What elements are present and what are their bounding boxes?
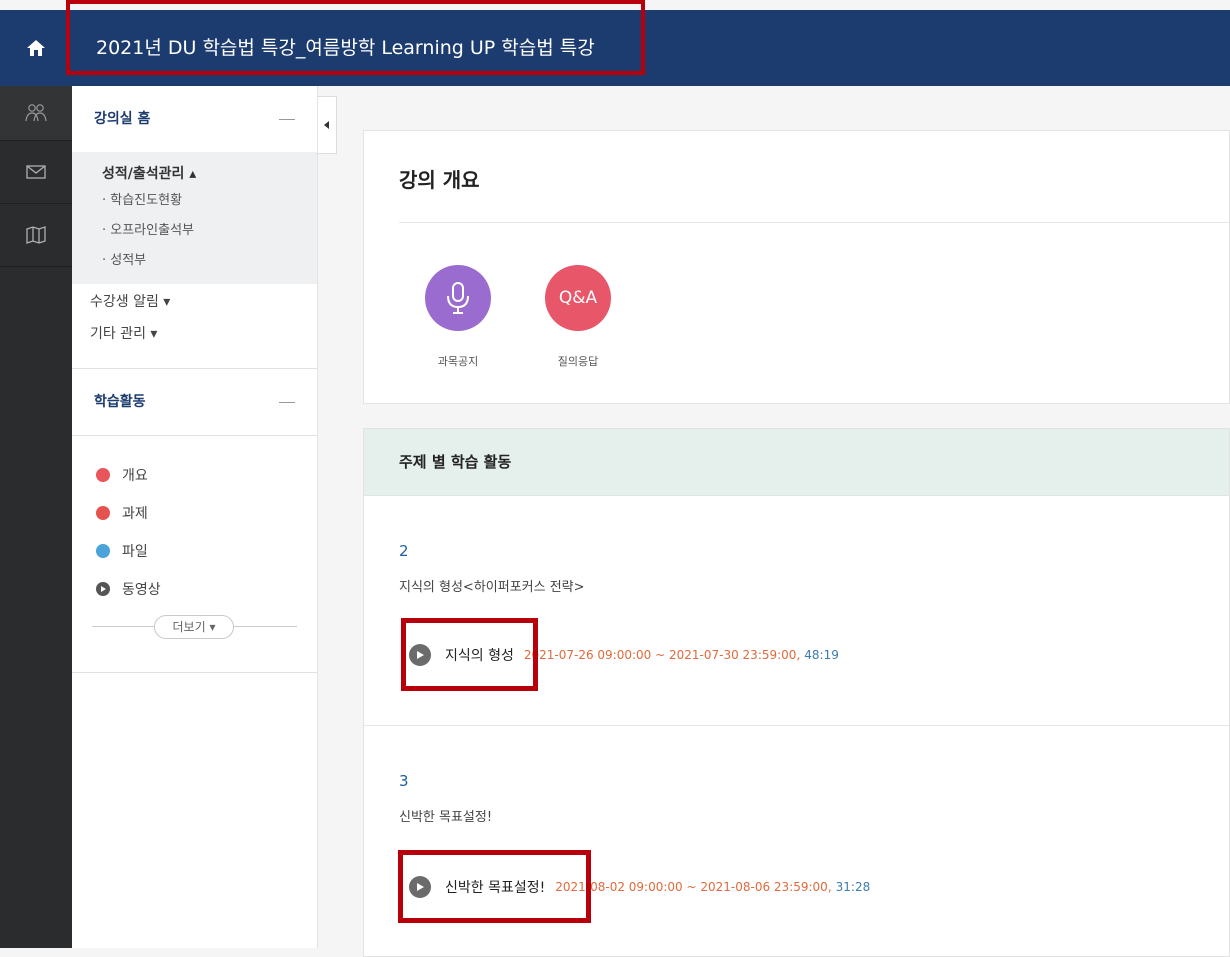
sidebar-toggle-button[interactable]: [318, 96, 337, 154]
divider: [399, 222, 1229, 223]
highlight-box-video: [398, 850, 591, 923]
section-number: 3: [399, 772, 409, 790]
home-icon: [27, 40, 45, 56]
section-description: 신박한 목표설정!: [399, 810, 493, 825]
grade-menu: 성적/출석관리 ▴ · 학습진도현황 · 오프라인출석부 · 성적부: [72, 152, 317, 284]
activity-overview[interactable]: 개요: [72, 456, 317, 494]
message-button[interactable]: [0, 141, 72, 204]
section-number: 2: [399, 542, 409, 560]
more-button[interactable]: 더보기 ▾: [154, 615, 234, 639]
activity-label: 동영상: [122, 582, 161, 598]
collapse-icon[interactable]: [279, 401, 295, 403]
video-period: 2021-08-02 09:00:00 ~ 2021-08-06 23:59:0…: [555, 880, 832, 894]
qna-label[interactable]: 질의응답: [539, 353, 617, 369]
activity-assignment[interactable]: 과제: [72, 494, 317, 532]
more-row: 더보기 ▾: [92, 614, 297, 654]
highlight-box-video: [401, 618, 538, 691]
assignment-icon: [96, 506, 110, 520]
caret-left-icon: [324, 121, 329, 129]
activity-label: 과제: [122, 506, 148, 522]
map-icon: [26, 226, 46, 244]
sidebar-item-gradebook[interactable]: · 성적부: [72, 246, 317, 276]
sidebar-item-progress[interactable]: · 학습진도현황: [72, 186, 317, 216]
activity-label: 개요: [122, 468, 148, 484]
topic-section: 2 지식의 형성<하이퍼포커스 전략> 지식의 형성 2021-07-26 09…: [364, 496, 1229, 726]
play-icon: [96, 582, 110, 596]
people-button[interactable]: [0, 86, 72, 141]
main-content: 강의 개요 과목공지 Q&A 질의응답 주제 별 학습 활동 2 지식의 형성<…: [363, 130, 1230, 957]
sidebar-section-home[interactable]: 강의실 홈: [72, 86, 317, 152]
sidebar-section-activities[interactable]: 학습활동: [72, 369, 317, 435]
qna-link[interactable]: Q&A 질의응답: [539, 265, 617, 369]
map-button[interactable]: [0, 204, 72, 267]
activity-file[interactable]: 파일: [72, 532, 317, 570]
sidebar-activities-title[interactable]: 학습활동: [94, 369, 146, 435]
icon-sidebar: [0, 86, 72, 948]
topic-header: 주제 별 학습 활동: [364, 429, 1229, 496]
collapse-icon[interactable]: [279, 118, 295, 120]
sidebar-home-title[interactable]: 강의실 홈: [94, 86, 150, 152]
microphone-icon: [447, 282, 469, 314]
pencil-icon: [96, 468, 110, 482]
notice-circle[interactable]: [425, 265, 491, 331]
video-duration: 31:28: [835, 880, 871, 894]
video-period: 2021-07-26 09:00:00 ~ 2021-07-30 23:59:0…: [523, 648, 801, 662]
activity-video[interactable]: 동영상: [72, 570, 317, 608]
overview-title: 강의 개요: [399, 168, 480, 192]
sidebar-item-student-alert[interactable]: 수강생 알림 ▾: [72, 286, 317, 318]
video-duration: 48:19: [804, 648, 839, 662]
sidebar-item-attendance[interactable]: · 오프라인출석부: [72, 216, 317, 246]
mail-icon: [26, 165, 46, 179]
section-description: 지식의 형성<하이퍼포커스 전략>: [399, 580, 585, 595]
grade-attendance-menu[interactable]: 성적/출석관리 ▴: [72, 162, 317, 186]
topic-section: 3 신박한 목표설정! 신박한 목표설정! 2021-08-02 09:00:0…: [364, 726, 1229, 956]
highlight-box-title: [66, 0, 645, 75]
notice-label[interactable]: 과목공지: [419, 353, 497, 369]
qna-circle[interactable]: Q&A: [545, 265, 611, 331]
course-sidebar: 강의실 홈 성적/출석관리 ▴ · 학습진도현황 · 오프라인출석부 · 성적부…: [72, 86, 318, 948]
topic-activities-card: 주제 별 학습 활동 2 지식의 형성<하이퍼포커스 전략> 지식의 형성 20…: [363, 428, 1230, 957]
course-overview-card: 강의 개요 과목공지 Q&A 질의응답: [363, 130, 1230, 404]
divider: [72, 672, 317, 673]
people-icon: [25, 104, 47, 122]
file-icon: [96, 544, 110, 558]
notice-link[interactable]: 과목공지: [419, 265, 497, 369]
activity-label: 파일: [122, 544, 148, 560]
home-button[interactable]: [0, 10, 72, 86]
sidebar-item-other-manage[interactable]: 기타 관리 ▾: [72, 318, 317, 350]
